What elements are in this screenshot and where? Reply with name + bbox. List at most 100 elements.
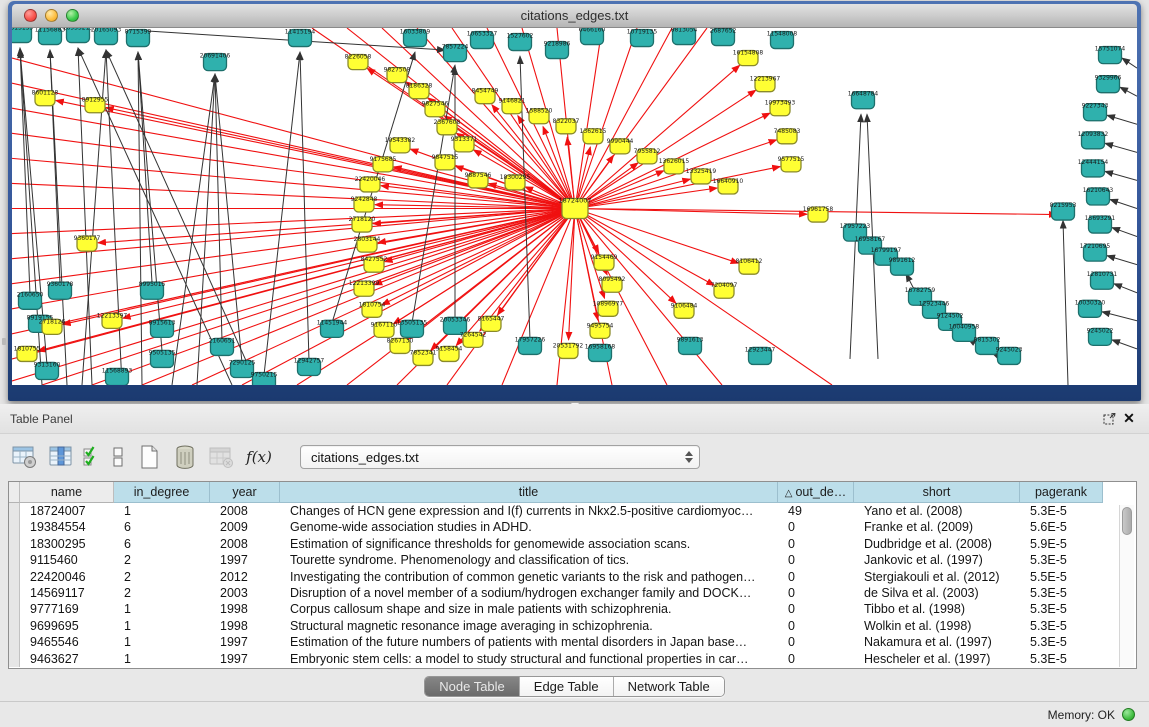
network-node[interactable]: 8454749 — [472, 88, 499, 104]
network-node[interactable]: 9891612 — [889, 257, 916, 275]
network-node[interactable]: 7264542 — [460, 331, 487, 347]
zoom-window-button[interactable] — [66, 9, 79, 22]
network-node[interactable]: 12923447 — [745, 346, 776, 364]
network-node[interactable]: 8912955 — [82, 97, 109, 113]
network-node[interactable]: 2803144 — [354, 236, 381, 252]
network-node[interactable]: 9313160 — [34, 361, 61, 379]
column-header-in_degree[interactable]: in_degree — [114, 482, 210, 503]
network-node[interactable]: 11568893 — [102, 367, 133, 385]
import-table-icon[interactable] — [206, 442, 236, 472]
column-header-year[interactable]: year — [210, 482, 280, 503]
network-node[interactable]: 16640910 — [713, 178, 744, 194]
network-edge[interactable] — [1112, 340, 1137, 349]
float-panel-icon[interactable] — [1099, 410, 1119, 428]
network-node[interactable]: 9360177 — [74, 235, 101, 251]
network-node[interactable]: 9329966 — [1095, 75, 1122, 93]
network-node[interactable]: 8186328 — [406, 83, 433, 99]
network-edge[interactable] — [1120, 87, 1137, 96]
network-node[interactable]: 10543382 — [385, 137, 416, 153]
network-node[interactable]: 16033809 — [400, 29, 431, 47]
network-node[interactable]: 8915613 — [149, 319, 176, 337]
network-node[interactable]: 9847515 — [432, 154, 459, 170]
network-edge[interactable] — [393, 209, 575, 324]
network-node[interactable]: 2718126 — [39, 318, 66, 334]
network-node[interactable]: 6466160 — [579, 28, 606, 45]
network-node[interactable]: 7955812 — [634, 148, 661, 164]
row-height-icon[interactable] — [108, 442, 128, 472]
network-node[interactable]: 7857224 — [442, 44, 469, 62]
network-edge[interactable] — [1107, 256, 1137, 265]
close-window-button[interactable] — [24, 9, 37, 22]
table-row[interactable]: 946362711997Embryonic stem cells: a mode… — [9, 651, 1136, 667]
network-node[interactable]: 17957226 — [515, 336, 546, 354]
network-edge[interactable] — [575, 209, 832, 385]
network-node[interactable]: 7204097 — [711, 282, 738, 298]
network-edge[interactable] — [1063, 221, 1068, 385]
network-edge[interactable] — [12, 209, 575, 234]
network-node[interactable]: 9245023 — [996, 346, 1023, 364]
close-panel-icon[interactable]: ✕ — [1119, 410, 1139, 428]
network-node[interactable]: 9154469 — [591, 254, 618, 270]
network-node[interactable]: 9242848 — [351, 196, 378, 212]
network-node[interactable]: 9827546 — [422, 101, 449, 117]
table-selector-dropdown[interactable]: citations_edges.txt — [300, 445, 700, 469]
network-canvas[interactable]: 9313159111568831693521920165093871539920… — [12, 28, 1137, 385]
network-node[interactable]: 9990444 — [607, 138, 634, 154]
network-node[interactable]: 9218986 — [544, 41, 571, 59]
network-node[interactable]: 12942757 — [294, 357, 325, 375]
network-node[interactable]: 1527602 — [507, 33, 534, 51]
network-edge[interactable] — [50, 50, 60, 283]
network-node[interactable]: 9313371 — [451, 136, 478, 152]
network-node[interactable]: 8715399 — [125, 29, 152, 47]
column-header-pagerank[interactable]: pagerank — [1020, 482, 1103, 503]
network-edge[interactable] — [106, 50, 122, 385]
network-node[interactable]: 9227343 — [1082, 103, 1109, 121]
network-node[interactable]: 12810731 — [1087, 271, 1118, 289]
network-node[interactable]: 20691406 — [200, 53, 231, 71]
network-node[interactable]: 2367608 — [434, 119, 461, 135]
network-node[interactable]: 13505135 — [397, 319, 428, 337]
table-row[interactable]: 1830029562008Estimation of significance … — [9, 536, 1136, 552]
network-node[interactable]: 8813054 — [671, 28, 698, 45]
network-node[interactable]: 9887546 — [465, 172, 492, 188]
network-node[interactable]: 9577515 — [778, 156, 805, 172]
network-edge[interactable] — [242, 209, 575, 385]
network-edge[interactable] — [300, 52, 309, 361]
network-graph[interactable]: 9313159111568831693521920165093871539920… — [12, 28, 1137, 385]
network-node[interactable]: 16210643 — [1083, 187, 1114, 205]
network-node[interactable]: 9313159 — [12, 28, 34, 43]
column-header-title[interactable]: title — [280, 482, 778, 503]
network-node[interactable]: 1810755 — [14, 345, 41, 361]
network-node[interactable]: 8322037 — [553, 118, 580, 134]
tab-edge-table[interactable]: Edge Table — [520, 677, 614, 696]
network-edge[interactable] — [1122, 58, 1137, 68]
column-header-name[interactable]: name — [20, 482, 114, 503]
network-node[interactable]: 16958168 — [585, 343, 616, 361]
network-node[interactable]: 2687652 — [710, 28, 737, 46]
network-node[interactable]: 9827508 — [384, 67, 411, 83]
function-builder-icon[interactable]: f(x) — [242, 448, 276, 466]
network-node[interactable]: 11156883 — [35, 28, 66, 45]
network-node[interactable]: 12444154 — [1078, 159, 1109, 177]
network-node[interactable]: 12093832 — [1078, 131, 1109, 149]
table-row[interactable]: 946554611997Estimation of the future num… — [9, 634, 1136, 650]
network-node[interactable]: 8226058 — [345, 54, 372, 70]
network-node[interactable]: 7485083 — [774, 128, 801, 144]
minimize-window-button[interactable] — [45, 9, 58, 22]
new-table-icon[interactable] — [134, 442, 164, 472]
network-node[interactable]: 2160651 — [209, 337, 236, 355]
network-node[interactable]: 12213397 — [97, 312, 128, 328]
scrollbar-thumb[interactable] — [1122, 507, 1132, 535]
network-node[interactable]: 20165093 — [91, 28, 122, 45]
network-edge[interactable] — [1102, 312, 1137, 321]
network-node[interactable]: 8165447 — [478, 315, 505, 331]
network-window-titlebar[interactable]: citations_edges.txt — [12, 4, 1137, 28]
network-edge[interactable] — [106, 50, 257, 385]
table-settings-icon[interactable] — [10, 442, 40, 472]
network-node[interactable]: 8106412 — [736, 258, 763, 274]
column-checklist-icon[interactable] — [82, 442, 102, 472]
network-node[interactable]: 1362615 — [580, 128, 607, 144]
network-node[interactable]: 11451944 — [317, 319, 348, 337]
network-node[interactable]: 18724007 — [558, 196, 591, 218]
memory-status-indicator[interactable] — [1122, 708, 1135, 721]
